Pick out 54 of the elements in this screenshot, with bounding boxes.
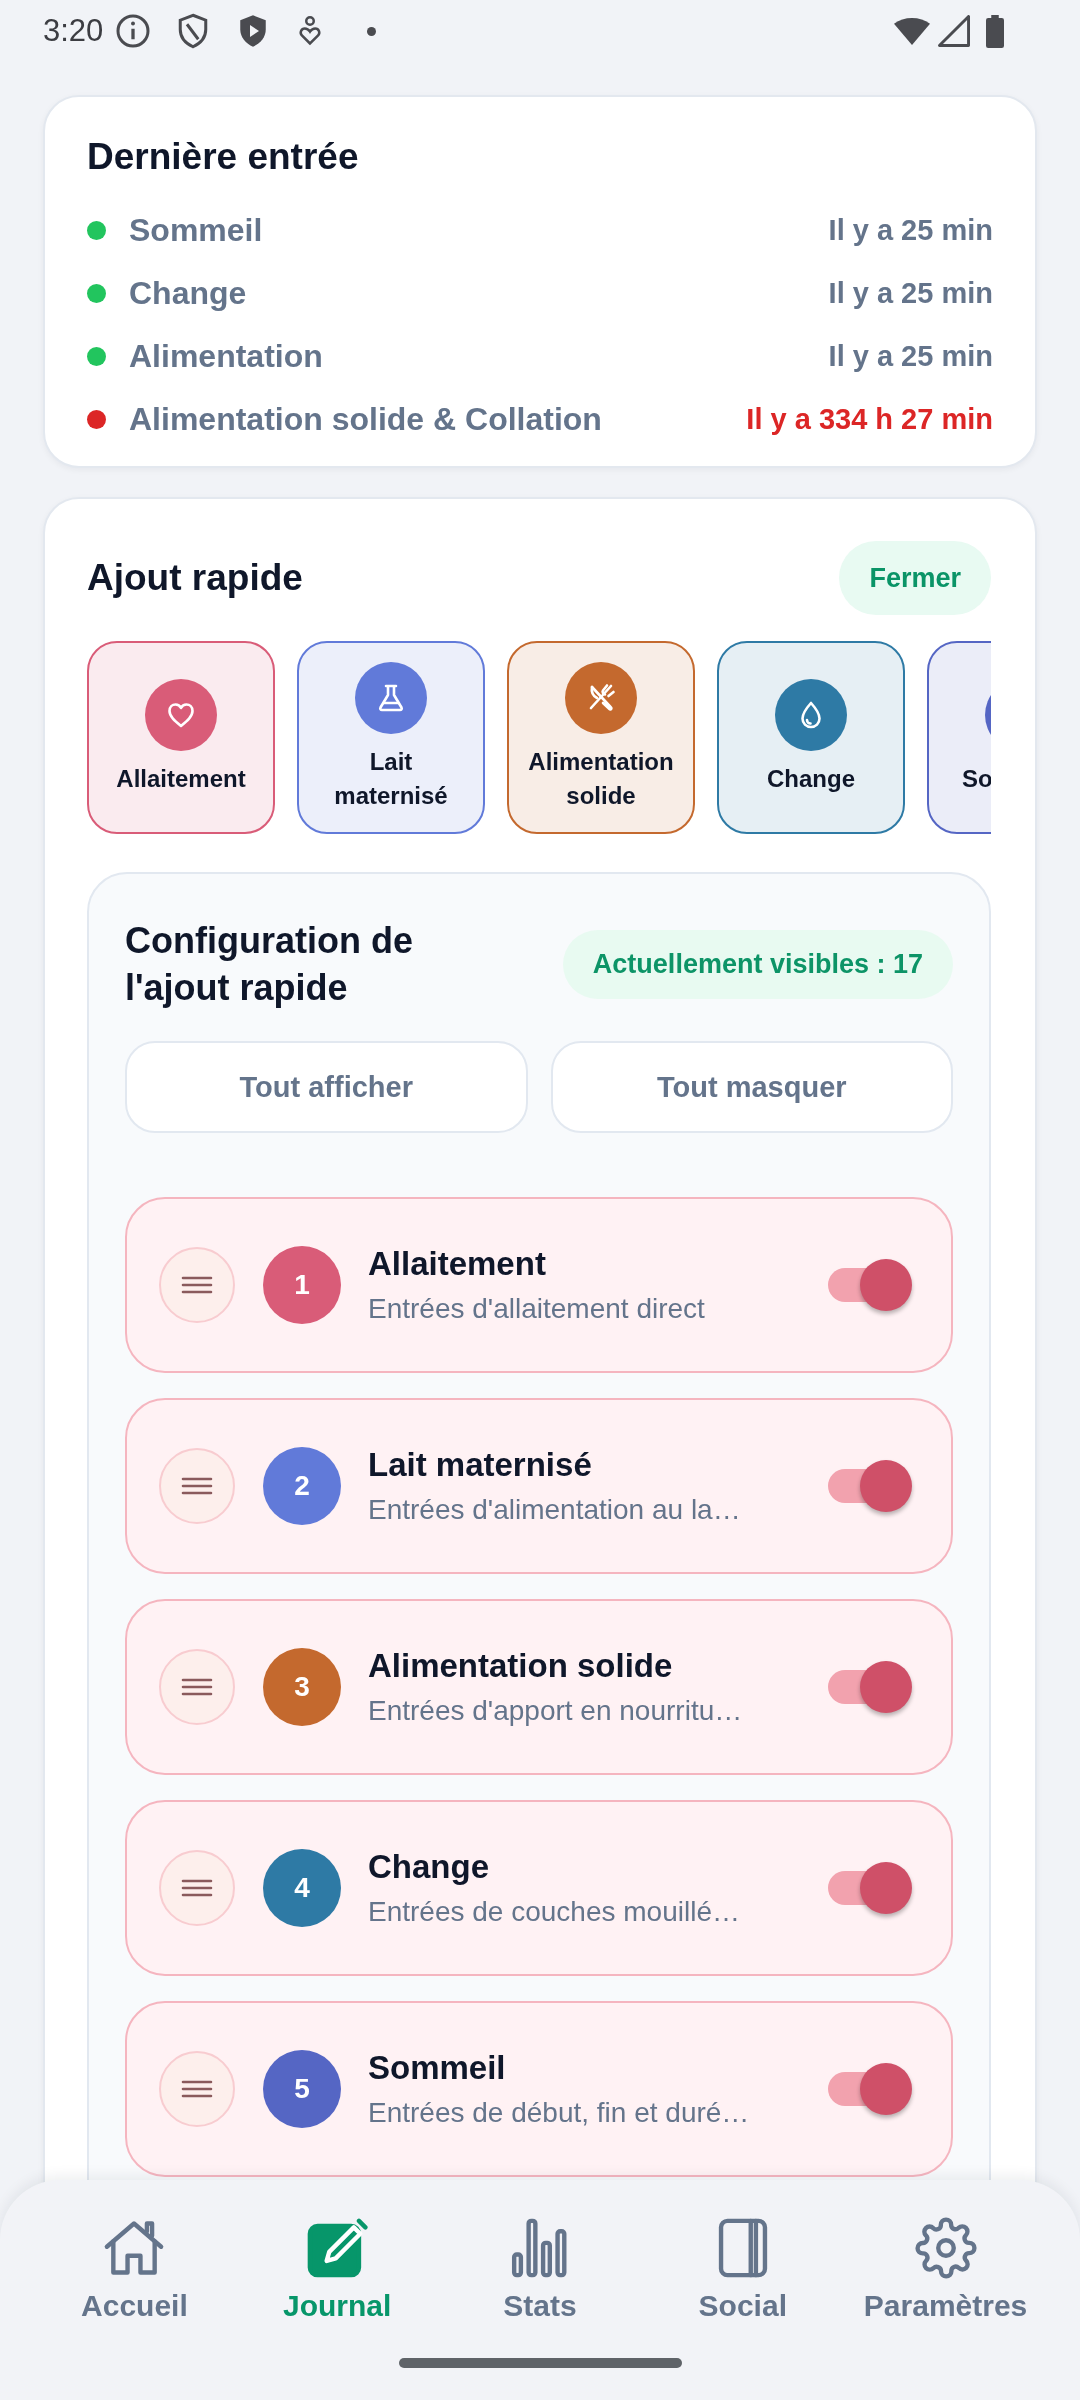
row-title: Lait maternisé — [368, 1445, 593, 1485]
quick-add-tile[interactable]: Allaitement — [87, 641, 275, 834]
entry-label: Alimentation solide & Collation — [129, 401, 602, 438]
hide-all-button[interactable]: Tout masquer — [550, 1041, 953, 1133]
nav-tab[interactable]: Accueil — [81, 2217, 188, 2324]
nav-tab[interactable]: Stats — [503, 2217, 577, 2324]
visible-count-badge: Actuellement visibles : 17 — [562, 929, 953, 999]
entry-label: Change — [129, 275, 247, 312]
order-number: 2 — [263, 1447, 341, 1525]
row-description: Entrées de début, fin et duré… — [368, 2096, 751, 2130]
settings-icon — [914, 2217, 977, 2279]
info-icon — [115, 13, 152, 49]
quick-add-tile[interactable]: So — [927, 641, 991, 834]
battery-icon — [986, 14, 1004, 48]
signal-icon — [938, 15, 970, 47]
order-number: 3 — [263, 1648, 341, 1726]
nav-tab[interactable]: Paramètres — [863, 2217, 1028, 2324]
quick-add-tile[interactable]: Lait maternisé — [297, 641, 485, 834]
nav-tab[interactable]: Social — [698, 2217, 787, 2324]
order-number: 4 — [263, 1849, 341, 1927]
dot-icon — [367, 26, 377, 36]
wifi-icon — [894, 17, 930, 45]
edit-icon — [306, 2217, 369, 2279]
entry-time: Il y a 25 min — [828, 340, 993, 373]
entry-time: Il y a 25 min — [828, 277, 993, 310]
toggle-switch[interactable] — [828, 1661, 912, 1713]
row-title: Sommeil — [368, 2048, 507, 2088]
panel-title: Configuration de l'ajout rapide — [125, 919, 414, 1010]
row-description: Entrées de couches mouillé… — [368, 1895, 741, 1929]
close-button[interactable]: Fermer — [839, 541, 991, 615]
row-description: Entrées d'alimentation au la… — [368, 1493, 742, 1527]
show-all-button[interactable]: Tout afficher — [125, 1041, 528, 1133]
toggle-switch[interactable] — [828, 2063, 912, 2115]
row-title: Allaitement — [368, 1244, 547, 1284]
quick-add-tile[interactable]: Change — [717, 641, 905, 834]
card-title: Dernière entrée — [87, 135, 360, 179]
row-description: Entrées d'apport en nourritu… — [368, 1694, 744, 1728]
row-title: Change — [368, 1847, 490, 1887]
order-number: 1 — [263, 1246, 341, 1324]
row-description: Entrées d'allaitement direct — [368, 1292, 706, 1326]
entry-time: Il y a 25 min — [828, 214, 993, 247]
entry-label: Alimentation — [129, 338, 323, 375]
section-title: Ajout rapide — [87, 556, 303, 600]
entry-time: Il y a 334 h 27 min — [746, 403, 993, 436]
toggle-switch[interactable] — [828, 1862, 912, 1914]
toggle-switch[interactable] — [828, 1460, 912, 1512]
status-time: 3:20 — [43, 13, 104, 49]
nav-tab[interactable]: Journal — [283, 2217, 392, 2324]
order-number: 5 — [263, 2050, 341, 2128]
entry-label: Sommeil — [129, 212, 263, 249]
quick-add-tile[interactable]: Alimentation solide — [507, 641, 695, 834]
toggle-switch[interactable] — [828, 1259, 912, 1311]
row-title: Alimentation solide — [368, 1646, 674, 1686]
figure-icon — [297, 16, 324, 46]
